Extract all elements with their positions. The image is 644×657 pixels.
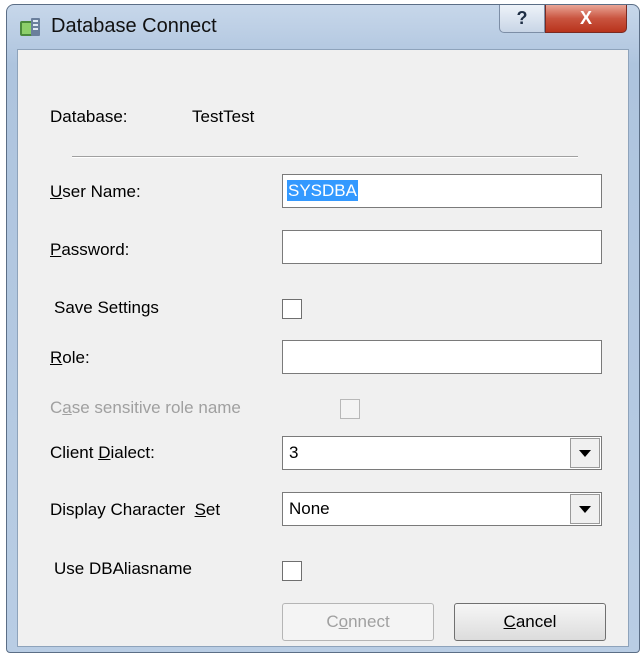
window-title: Database Connect — [51, 15, 217, 37]
user-name-input[interactable]: SYSDBA — [282, 174, 602, 208]
dialog-client-area: Database: TestTest User Name: SYSDBA Pas… — [17, 49, 629, 647]
database-name: TestTest — [192, 107, 255, 126]
display-charset-label: Display Character Set — [50, 500, 221, 519]
client-dialect-value: 3 — [289, 443, 299, 462]
client-dialect-select[interactable]: 3 — [282, 436, 602, 470]
case-sensitive-role-checkbox — [340, 399, 360, 419]
password-label: Password: — [50, 240, 130, 259]
display-charset-value: None — [289, 499, 330, 518]
role-label: Role: — [50, 348, 90, 367]
client-dialect-label: Client Dialect: — [50, 443, 155, 462]
cancel-button[interactable]: Cancel — [454, 603, 606, 641]
connect-button: Connect — [282, 603, 434, 641]
chevron-down-icon[interactable] — [570, 494, 600, 524]
close-button[interactable]: X — [545, 5, 627, 33]
user-name-label: User Name: — [50, 182, 141, 201]
help-button[interactable]: ? — [499, 5, 545, 33]
separator-line — [72, 156, 578, 158]
dialog-window: Database Connect ? X Database: TestTest … — [6, 4, 640, 653]
close-icon: X — [579, 8, 592, 28]
use-dbaliasname-label: Use DBAliasname — [54, 559, 192, 578]
chevron-down-icon[interactable] — [570, 438, 600, 468]
role-input[interactable] — [282, 340, 602, 374]
help-icon: ? — [516, 8, 528, 28]
use-dbaliasname-checkbox[interactable] — [282, 561, 302, 581]
save-settings-label: Save Settings — [54, 298, 159, 317]
display-charset-select[interactable]: None — [282, 492, 602, 526]
user-name-value: SYSDBA — [287, 180, 358, 201]
password-input[interactable] — [282, 230, 602, 264]
save-settings-checkbox[interactable] — [282, 299, 302, 319]
database-label: Database: — [50, 107, 128, 126]
title-bar[interactable]: Database Connect ? X — [7, 5, 639, 45]
case-sensitive-role-label: Case sensitive role name — [50, 398, 241, 417]
database-connect-icon — [19, 16, 41, 38]
